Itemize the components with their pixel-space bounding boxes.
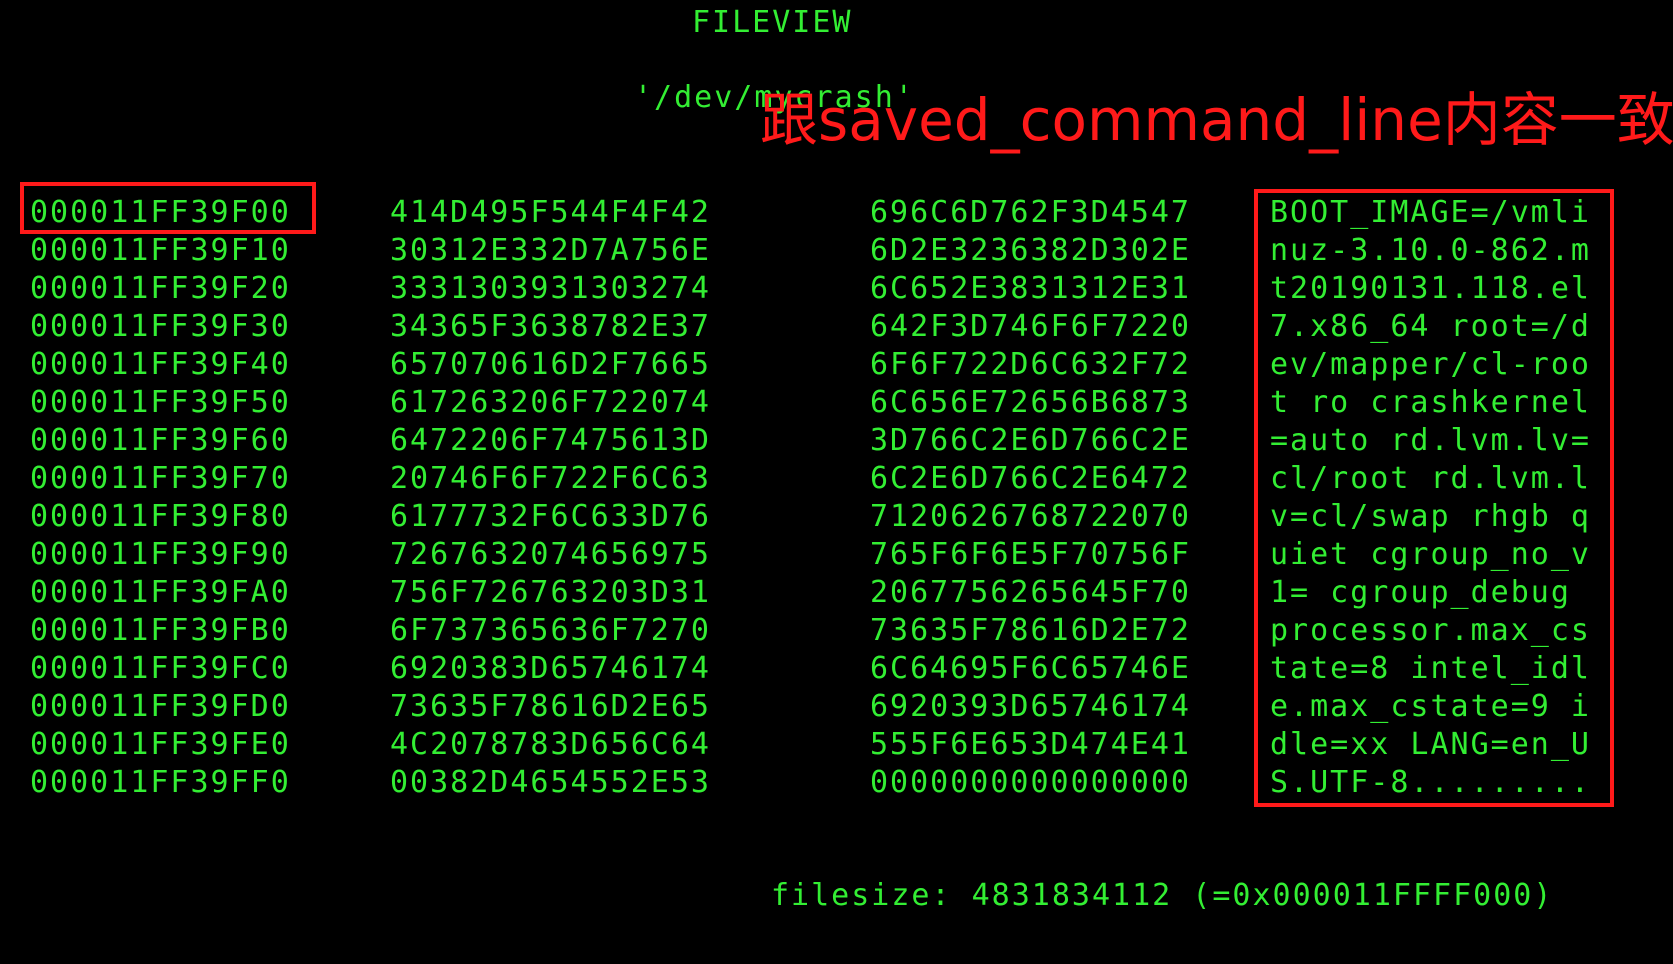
hex1-cell: 3331303931303274	[390, 271, 711, 306]
annotation-note: 跟saved_command_line内容一致	[760, 86, 1673, 154]
address-cell: 000011FF39F70	[30, 461, 291, 496]
hex2-cell: 642F3D746F6F7220	[870, 309, 1191, 344]
hex1-cell: 414D495F544F4F42	[390, 195, 711, 230]
hex1-cell: 6177732F6C633D76	[390, 499, 711, 534]
address-column: 000011FF39F00 000011FF39F10 000011FF39F20 0…	[30, 194, 291, 802]
address-cell: 000011FF39F60	[30, 423, 291, 458]
hex2-cell: 6920393D65746174	[870, 689, 1191, 724]
hex2-cell: 6C656E72656B6873	[870, 385, 1191, 420]
hex1-cell: 34365F3638782E37	[390, 309, 711, 344]
address-highlight-box	[20, 182, 316, 234]
hex1-cell: 6472206F7475613D	[390, 423, 711, 458]
ascii-highlight-box	[1254, 189, 1614, 807]
hex2-cell: 73635F78616D2E72	[870, 613, 1191, 648]
hex1-cell: 4C2078783D656C64	[390, 727, 711, 762]
address-cell: 000011FF39FA0	[30, 575, 291, 610]
hex2-cell: 6D2E3236382D302E	[870, 233, 1191, 268]
hex2-cell: 6C652E3831312E31	[870, 271, 1191, 306]
hex2-cell: 0000000000000000	[870, 765, 1191, 800]
hex2-cell: 6F6F722D6C632F72	[870, 347, 1191, 382]
hex1-cell: 657070616D2F7665	[390, 347, 711, 382]
address-cell: 000011FF39FB0	[30, 613, 291, 648]
hex1-cell: 617263206F722074	[390, 385, 711, 420]
hex2-cell: 7120626768722070	[870, 499, 1191, 534]
hex1-cell: 756F726763203D31	[390, 575, 711, 610]
hex2-cell: 2067756265645F70	[870, 575, 1191, 610]
address-cell: 000011FF39F40	[30, 347, 291, 382]
fileview-title: FILEVIEW	[692, 5, 853, 40]
hex2-cell: 6C64695F6C65746E	[870, 651, 1191, 686]
address-cell: 000011FF39F50	[30, 385, 291, 420]
address-cell: 000011FF39FF0	[30, 765, 291, 800]
hex1-cell: 30312E332D7A756E	[390, 233, 711, 268]
hex2-cell: 3D766C2E6D766C2E	[870, 423, 1191, 458]
hex1-cell: 7267632074656975	[390, 537, 711, 572]
filesize-status: filesize: 4831834112 (=0x000011FFFF000)	[771, 878, 1554, 913]
hex1-cell: 00382D4654552E53	[390, 765, 711, 800]
hex-column-1: 414D495F544F4F42 30312E332D7A756E 33313039…	[390, 194, 711, 802]
address-cell: 000011FF39FE0	[30, 727, 291, 762]
address-cell: 000011FF39F10	[30, 233, 291, 268]
address-cell: 000011FF39FD0	[30, 689, 291, 724]
address-cell: 000011FF39F30	[30, 309, 291, 344]
address-cell: 000011FF39FC0	[30, 651, 291, 686]
address-cell: 000011FF39F20	[30, 271, 291, 306]
hex2-cell: 6C2E6D766C2E6472	[870, 461, 1191, 496]
hex-column-2: 696C6D762F3D4547 6D2E3236382D302E 6C652E38…	[870, 194, 1191, 802]
hex1-cell: 73635F78616D2E65	[390, 689, 711, 724]
hex1-cell: 6F737365636F7270	[390, 613, 711, 648]
address-cell: 000011FF39F80	[30, 499, 291, 534]
address-cell: 000011FF39F90	[30, 537, 291, 572]
hex1-cell: 20746F6F722F6C63	[390, 461, 711, 496]
hex1-cell: 6920383D65746174	[390, 651, 711, 686]
hex2-cell: 696C6D762F3D4547	[870, 195, 1191, 230]
hex2-cell: 555F6E653D474E41	[870, 727, 1191, 762]
hex2-cell: 765F6F6E5F70756F	[870, 537, 1191, 572]
